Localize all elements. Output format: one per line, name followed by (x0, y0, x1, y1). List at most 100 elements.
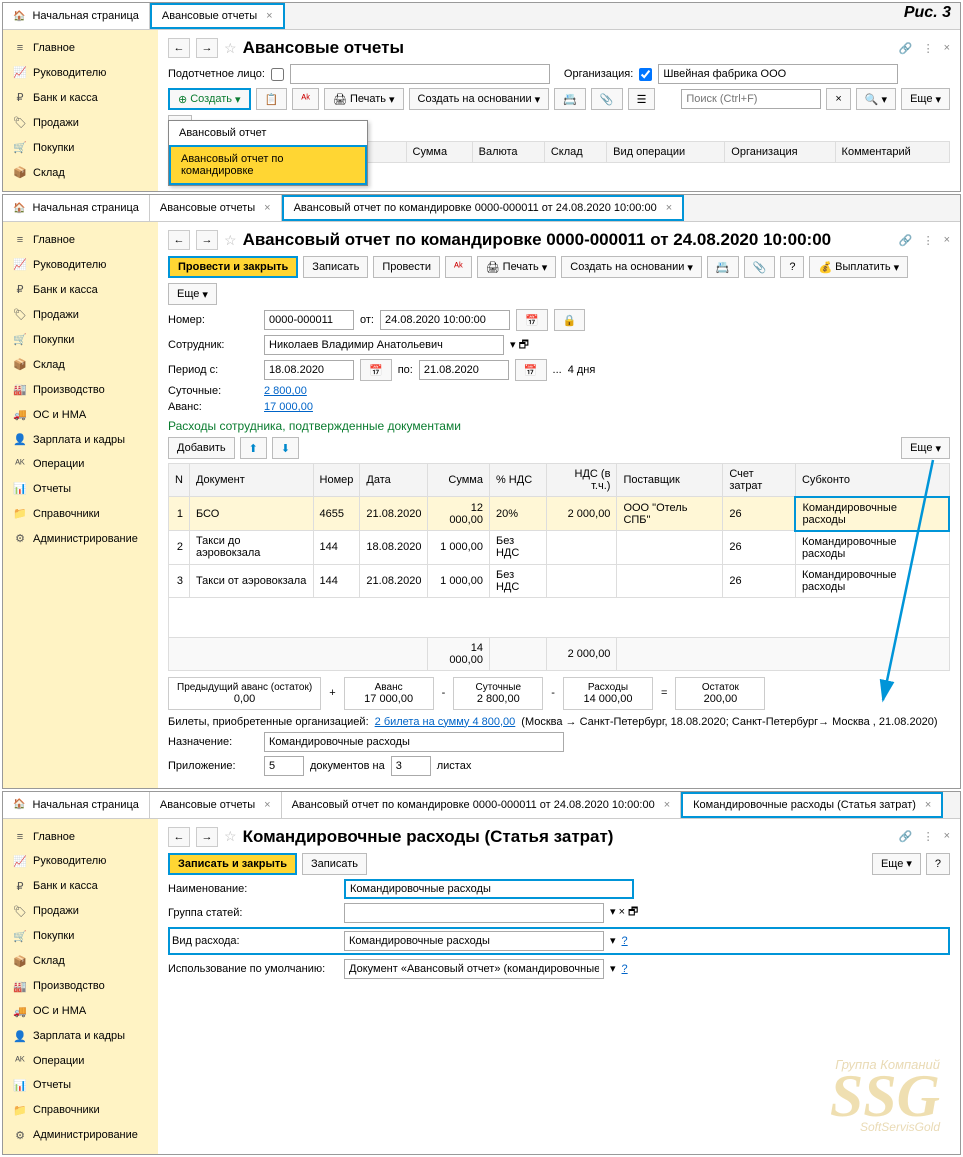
default-input[interactable] (344, 959, 604, 979)
col-date[interactable]: Дата (360, 464, 428, 497)
close-icon[interactable]: × (925, 799, 931, 811)
link-icon[interactable]: 🔗 (899, 42, 913, 55)
attach-button[interactable]: 📎 (591, 88, 623, 110)
more-button[interactable]: Еще ▾ (872, 853, 921, 875)
tickets-link[interactable]: 2 билета на сумму 4 800,00 (375, 716, 516, 728)
sidebar-item[interactable]: 🏭Производство (3, 377, 158, 402)
close-icon[interactable]: × (264, 202, 270, 214)
close-icon[interactable]: × (664, 799, 670, 811)
col-comm[interactable]: Комментарий (835, 142, 949, 163)
kebab-icon[interactable]: ⋮ (923, 42, 934, 55)
period-days-button[interactable]: ... (553, 364, 562, 376)
save-close-button[interactable]: Записать и закрыть (168, 853, 297, 875)
sidebar-item[interactable]: 👤Зарплата и кадры (3, 1024, 158, 1049)
sidebar-item[interactable]: 🏷Продажи (3, 110, 158, 135)
sidebar-item[interactable]: 📈Руководителю (3, 849, 158, 874)
table-row[interactable]: 3Такси от аэровокзала14421.08.20201 000,… (169, 564, 950, 597)
sidebar-item[interactable]: ₽Банк и касса (3, 874, 158, 899)
calendar-button[interactable]: 📅 (360, 359, 392, 381)
sidebar-item[interactable]: 🛒Покупки (3, 135, 158, 160)
col-acc[interactable]: Счет затрат (723, 464, 796, 497)
sidebar-item[interactable]: 🛒Покупки (3, 924, 158, 949)
sidebar-item[interactable]: 🚚ОС и НМА (3, 999, 158, 1024)
add-button[interactable]: Добавить (168, 437, 235, 459)
lock-button[interactable]: 🔒 (554, 309, 586, 331)
filter-person-check[interactable] (271, 68, 284, 81)
col-wh[interactable]: Склад (544, 142, 606, 163)
search-input[interactable] (681, 89, 821, 109)
col-doc[interactable]: Документ (189, 464, 313, 497)
kebab-icon[interactable]: ⋮ (923, 830, 934, 843)
filter-org-check[interactable] (639, 68, 652, 81)
sidebar-item[interactable]: ⚙Администрирование (3, 526, 158, 551)
pay-button[interactable]: 💰 Выплатить ▾ (809, 256, 908, 278)
col-n[interactable]: N (169, 464, 190, 497)
dtht-button[interactable]: ᴬᵏ (445, 256, 472, 278)
col-curr[interactable]: Валюта (472, 142, 544, 163)
fwd-button[interactable]: → (196, 230, 218, 250)
post-button[interactable]: Провести (373, 256, 440, 278)
close-icon[interactable]: × (944, 42, 950, 55)
tab-home[interactable]: Начальная страница (3, 3, 150, 29)
link-icon[interactable]: 🔗 (899, 234, 913, 247)
copy-button[interactable]: 📋 (256, 88, 288, 110)
more-button[interactable]: Еще ▾ (168, 283, 217, 305)
dtht-button[interactable]: ᴬᵏ (292, 88, 319, 110)
tab-reports[interactable]: Авансовые отчеты× (150, 3, 285, 29)
close-icon[interactable]: × (944, 830, 950, 843)
daily-link[interactable]: 2 800,00 (264, 385, 307, 397)
lines-button[interactable]: ☰ (628, 88, 656, 110)
move-up-button[interactable]: ⬆ (240, 437, 267, 459)
sidebar-item[interactable]: 🏭Производство (3, 974, 158, 999)
col-supplier[interactable]: Поставщик (617, 464, 723, 497)
sidebar-item[interactable]: ₽Банк и касса (3, 277, 158, 302)
sidebar-item[interactable]: 📈Руководителю (3, 252, 158, 277)
help-button[interactable]: ? (780, 256, 804, 278)
more-button[interactable]: Еще ▾ (901, 437, 950, 459)
table-row[interactable]: 1БСО465521.08.202012 000,0020%2 000,00ОО… (169, 497, 950, 531)
back-button[interactable]: ← (168, 827, 190, 847)
sidebar-item[interactable]: 📦Склад (3, 949, 158, 974)
sidebar-item[interactable]: 🚚ОС и НМА (3, 402, 158, 427)
sidebar-item[interactable]: ⚙Администрирование (3, 1123, 158, 1148)
move-down-button[interactable]: ⬇ (272, 437, 299, 459)
sidebar-item[interactable]: ≡Главное (3, 36, 158, 60)
sidebar-item[interactable]: ≡Главное (3, 228, 158, 252)
group-input[interactable] (344, 903, 604, 923)
table-row[interactable]: 2Такси до аэровокзала14418.08.20201 000,… (169, 531, 950, 565)
sidebar-item[interactable]: 📊Отчеты (3, 1073, 158, 1098)
tab-trip-report[interactable]: Авансовый отчет по командировке 0000-000… (282, 792, 682, 818)
create-based-button[interactable]: Создать на основании ▾ (561, 256, 702, 278)
attach-docs-input[interactable] (264, 756, 304, 776)
type-input[interactable] (344, 931, 604, 951)
sidebar-item[interactable]: 📁Справочники (3, 1098, 158, 1123)
tab-home[interactable]: Начальная страница (3, 792, 150, 818)
filter-person-input[interactable] (290, 64, 550, 84)
back-button[interactable]: ← (168, 230, 190, 250)
register-button[interactable]: 📇 (707, 256, 739, 278)
filter-org-input[interactable] (658, 64, 898, 84)
close-icon[interactable]: × (666, 202, 672, 214)
num-input[interactable] (264, 310, 354, 330)
kebab-icon[interactable]: ⋮ (923, 234, 934, 247)
col-op[interactable]: Вид операции (607, 142, 725, 163)
col-num[interactable]: Номер (313, 464, 360, 497)
sidebar-item[interactable]: 📦Склад (3, 160, 158, 185)
sidebar-item[interactable]: 🏷Продажи (3, 899, 158, 924)
sidebar-item[interactable]: ₽Банк и касса (3, 85, 158, 110)
create-based-button[interactable]: Создать на основании ▾ (409, 88, 550, 110)
register-button[interactable]: 📇 (554, 88, 586, 110)
menu-item-trip-report[interactable]: Авансовый отчет по командировке (169, 145, 367, 185)
period-to-input[interactable] (419, 360, 509, 380)
purpose-input[interactable] (264, 732, 564, 752)
sidebar-item[interactable]: 🏷Продажи (3, 302, 158, 327)
close-icon[interactable]: × (264, 799, 270, 811)
sidebar-item[interactable]: 📊Отчеты (3, 476, 158, 501)
post-close-button[interactable]: Провести и закрыть (168, 256, 298, 278)
help-link[interactable]: ? (622, 963, 628, 975)
print-button[interactable]: 🖨 Печать ▾ (477, 256, 557, 278)
more-button[interactable]: Еще ▾ (901, 88, 950, 110)
star-icon[interactable]: ☆ (224, 40, 237, 57)
date-input[interactable] (380, 310, 510, 330)
close-icon[interactable]: × (266, 10, 272, 22)
